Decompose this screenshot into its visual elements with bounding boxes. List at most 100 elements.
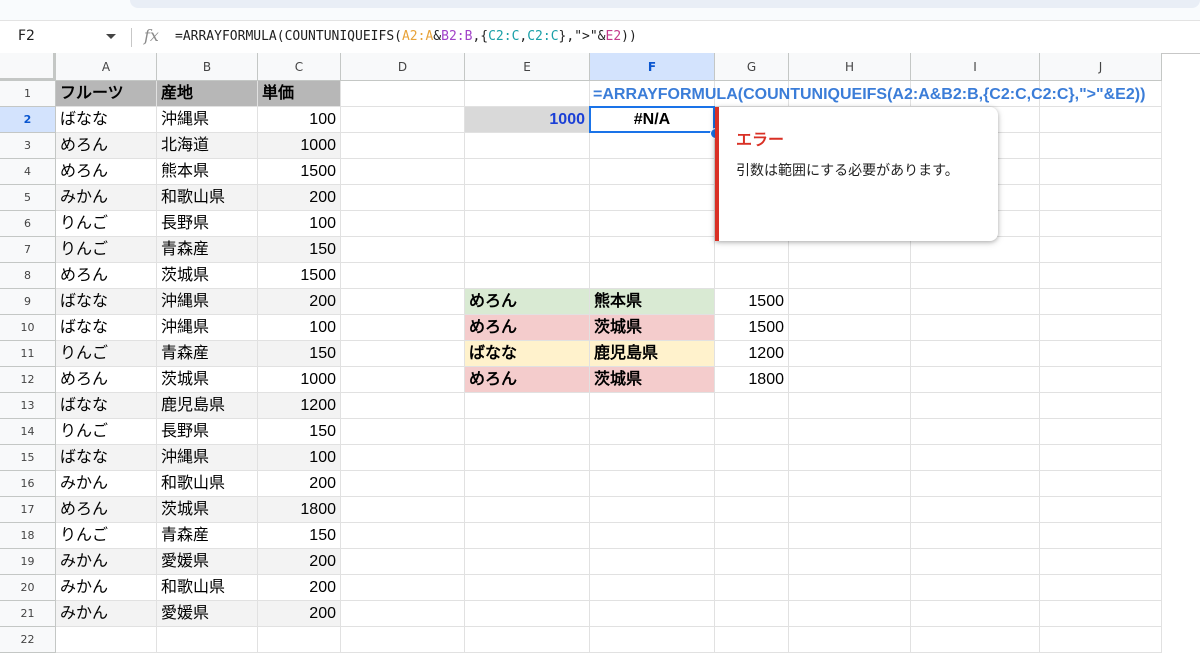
price-cell[interactable]: 1500	[258, 159, 341, 185]
fruit-cell[interactable]: みかん	[56, 185, 157, 211]
origin-cell[interactable]: 沖縄県	[157, 289, 258, 315]
row-header-15[interactable]: 15	[0, 445, 56, 471]
cell[interactable]	[911, 601, 1040, 627]
cell[interactable]	[341, 627, 465, 653]
price-cell[interactable]: 200	[258, 471, 341, 497]
origin-cell[interactable]: 長野県	[157, 419, 258, 445]
cell[interactable]	[341, 445, 465, 471]
column-header-a[interactable]: A	[56, 53, 157, 81]
cell[interactable]	[341, 81, 465, 107]
highlight-origin-cell[interactable]: 茨城県	[590, 315, 715, 341]
cell[interactable]	[465, 393, 590, 419]
fruit-cell[interactable]: みかん	[56, 471, 157, 497]
cell[interactable]	[341, 289, 465, 315]
row-header-9[interactable]: 9	[0, 289, 56, 315]
cell[interactable]	[1040, 107, 1162, 133]
fruit-cell[interactable]: めろん	[56, 159, 157, 185]
row-header-6[interactable]: 6	[0, 211, 56, 237]
highlight-origin-cell[interactable]: 茨城県	[590, 367, 715, 393]
cell[interactable]	[465, 159, 590, 185]
highlight-price-cell[interactable]: 1800	[715, 367, 789, 393]
cell[interactable]	[590, 159, 715, 185]
price-cell[interactable]: 1500	[258, 263, 341, 289]
cell[interactable]	[911, 523, 1040, 549]
cell[interactable]	[590, 575, 715, 601]
cell[interactable]	[911, 263, 1040, 289]
cell[interactable]	[465, 445, 590, 471]
cell[interactable]	[789, 523, 911, 549]
origin-cell[interactable]: 青森産	[157, 237, 258, 263]
fruit-cell[interactable]: みかん	[56, 549, 157, 575]
fruit-cell[interactable]: めろん	[56, 497, 157, 523]
fruit-cell[interactable]: ばなな	[56, 393, 157, 419]
cell[interactable]	[465, 263, 590, 289]
column-header-b[interactable]: B	[157, 53, 258, 81]
cell[interactable]	[911, 419, 1040, 445]
cell[interactable]	[789, 575, 911, 601]
origin-cell[interactable]: 沖縄県	[157, 315, 258, 341]
cell[interactable]	[341, 263, 465, 289]
fruit-cell[interactable]: ばなな	[56, 315, 157, 341]
cell[interactable]	[590, 393, 715, 419]
cell[interactable]	[1040, 575, 1162, 601]
cell[interactable]	[715, 445, 789, 471]
cell[interactable]	[590, 263, 715, 289]
cell[interactable]	[789, 289, 911, 315]
highlight-origin-cell[interactable]: 鹿児島県	[590, 341, 715, 367]
column-header-j[interactable]: J	[1040, 53, 1162, 81]
price-cell[interactable]: 200	[258, 289, 341, 315]
cell[interactable]	[341, 601, 465, 627]
cell[interactable]	[258, 627, 341, 653]
cell[interactable]	[1040, 419, 1162, 445]
cell[interactable]	[911, 367, 1040, 393]
row-header-18[interactable]: 18	[0, 523, 56, 549]
table-header-cell[interactable]: 産地	[157, 81, 258, 107]
cell[interactable]	[341, 471, 465, 497]
cell[interactable]	[465, 237, 590, 263]
row-header-12[interactable]: 12	[0, 367, 56, 393]
fruit-cell[interactable]: ばなな	[56, 445, 157, 471]
row-header-13[interactable]: 13	[0, 393, 56, 419]
column-header-e[interactable]: E	[465, 53, 590, 81]
cell[interactable]	[465, 497, 590, 523]
fruit-cell[interactable]: めろん	[56, 133, 157, 159]
column-header-f[interactable]: F	[590, 53, 715, 81]
cell[interactable]	[1040, 601, 1162, 627]
cell[interactable]	[341, 237, 465, 263]
origin-cell[interactable]: 茨城県	[157, 367, 258, 393]
fruit-cell[interactable]: めろん	[56, 263, 157, 289]
cell[interactable]	[1040, 133, 1162, 159]
highlight-fruit-cell[interactable]: めろん	[465, 367, 590, 393]
name-box[interactable]: F2	[18, 28, 35, 44]
cell[interactable]	[590, 627, 715, 653]
price-cell[interactable]: 1800	[258, 497, 341, 523]
cell[interactable]	[590, 497, 715, 523]
cell[interactable]	[789, 627, 911, 653]
price-cell[interactable]: 200	[258, 185, 341, 211]
cell[interactable]	[715, 549, 789, 575]
origin-cell[interactable]: 長野県	[157, 211, 258, 237]
price-cell[interactable]: 200	[258, 575, 341, 601]
cell[interactable]	[911, 549, 1040, 575]
cell[interactable]	[1040, 471, 1162, 497]
cell[interactable]	[715, 601, 789, 627]
row-header-5[interactable]: 5	[0, 185, 56, 211]
price-cell[interactable]: 150	[258, 419, 341, 445]
cell[interactable]	[911, 315, 1040, 341]
cell[interactable]	[341, 575, 465, 601]
cell[interactable]	[1040, 315, 1162, 341]
highlight-fruit-cell[interactable]: めろん	[465, 315, 590, 341]
cell[interactable]	[1040, 341, 1162, 367]
cell[interactable]	[341, 367, 465, 393]
cell[interactable]	[715, 393, 789, 419]
fruit-cell[interactable]: りんご	[56, 419, 157, 445]
cell[interactable]	[789, 393, 911, 419]
row-header-4[interactable]: 4	[0, 159, 56, 185]
origin-cell[interactable]: 熊本県	[157, 159, 258, 185]
cell[interactable]	[789, 445, 911, 471]
cell[interactable]	[1040, 627, 1162, 653]
highlight-fruit-cell[interactable]: めろん	[465, 289, 590, 315]
cell[interactable]	[590, 133, 715, 159]
row-header-17[interactable]: 17	[0, 497, 56, 523]
cell[interactable]	[341, 549, 465, 575]
